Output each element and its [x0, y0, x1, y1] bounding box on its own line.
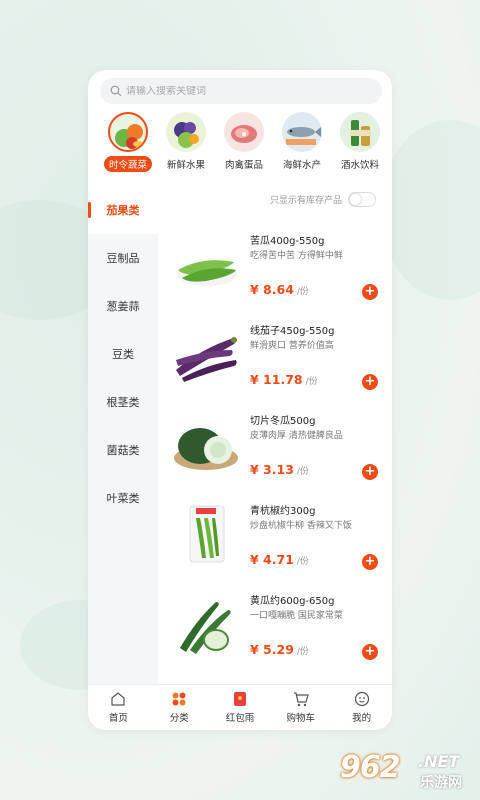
winter-melon-image [174, 428, 238, 470]
tab-profile[interactable]: 我的 [331, 685, 392, 730]
green-pepper-image [189, 505, 225, 563]
product-name: 切片冬瓜500g [250, 416, 316, 427]
seafood-thumbnail [282, 112, 322, 152]
product-name: 线茄子450g-550g [250, 326, 335, 337]
tab-label: 我的 [352, 713, 372, 724]
search-bar[interactable] [100, 78, 382, 104]
product-item[interactable]: 黄瓜约600g-650g 一口嘎嘣脆 国民家常菜 ¥ 5.29/份 + [162, 578, 384, 668]
category-seafood[interactable]: 海鲜水产 [272, 112, 332, 172]
product-item[interactable]: 切片冬瓜500g 皮薄肉厚 清热健脾良品 ¥ 3.13/份 + [162, 398, 384, 488]
search-icon [110, 85, 122, 97]
meat-thumbnail [224, 112, 264, 152]
category-meat-eggs[interactable]: 肉禽蛋品 [214, 112, 274, 172]
tab-cart[interactable]: 购物车 [270, 685, 331, 730]
add-to-cart-button[interactable]: + [362, 644, 378, 660]
product-desc: 炒盘杭椒牛柳 香辣又下饭 [250, 521, 352, 531]
bitter-melon-image [177, 260, 237, 286]
product-item[interactable]: 线茄子450g-550g 鲜滑爽口 营养价值高 ¥ 11.78/份 + [162, 308, 384, 398]
sidebar-item-aromatics[interactable]: 葱姜蒜 [88, 282, 158, 330]
product-name: 黄瓜约600g-650g [250, 596, 335, 607]
product-price: ¥ 4.71/份 [250, 552, 309, 567]
watermark-sub: 乐游网 [420, 775, 462, 791]
stock-filter-label: 只显示有库存产品 [270, 196, 343, 206]
bottom-tab-bar: 首页 分类 红包雨 购物车 我的 [88, 684, 392, 730]
category-label: 新鲜水果 [166, 160, 205, 171]
sidebar-item-mushrooms[interactable]: 菌菇类 [88, 426, 158, 474]
tab-label: 分类 [169, 713, 189, 724]
product-name: 青杭椒约300g [250, 506, 316, 517]
sidebar-item-tofu[interactable]: 豆制品 [88, 234, 158, 282]
tab-category[interactable]: 分类 [149, 685, 210, 730]
category-fresh-fruit[interactable]: 新鲜水果 [156, 112, 216, 172]
profile-icon [354, 691, 369, 707]
drinks-thumbnail [340, 112, 380, 152]
product-item[interactable]: 青杭椒约300g 炒盘杭椒牛柳 香辣又下饭 ¥ 4.71/份 + [162, 488, 384, 578]
product-item[interactable]: 苦瓜400g-550g 吃得苦中苦 方得鲜中鲜 ¥ 8.64/份 + [162, 218, 384, 308]
red-envelope-icon [233, 692, 246, 706]
category-label: 肉禽蛋品 [224, 160, 263, 171]
product-price: ¥ 8.64/份 [250, 282, 309, 297]
home-icon [111, 692, 125, 706]
add-to-cart-button[interactable]: + [362, 374, 378, 390]
add-to-cart-button[interactable]: + [362, 464, 378, 480]
sidebar: 茄果类 豆制品 葱姜蒜 豆类 根茎类 菌菇类 叶菜类 [88, 186, 158, 686]
stock-toggle[interactable] [348, 192, 377, 207]
product-desc: 一口嘎嘣脆 国民家常菜 [250, 611, 343, 621]
cart-icon [293, 692, 309, 707]
vegetables-thumbnail [108, 112, 148, 152]
product-desc: 皮薄肉厚 清热健脾良品 [250, 431, 343, 441]
product-price: ¥ 3.13/份 [250, 462, 309, 477]
category-icon [172, 692, 186, 706]
watermark-net: .NET [418, 752, 460, 771]
eggplant-image [176, 337, 237, 382]
sidebar-item-roots[interactable]: 根茎类 [88, 378, 158, 426]
app-window: 时令蔬菜 新鲜水果 肉禽蛋品 海鲜水产 酒水饮料 茄果类 [88, 70, 392, 730]
category-drinks[interactable]: 酒水饮料 [330, 112, 390, 172]
sidebar-item-nightshade[interactable]: 茄果类 [88, 186, 158, 234]
tab-red-envelope[interactable]: 红包雨 [210, 685, 271, 730]
tab-label: 首页 [108, 713, 128, 724]
cucumber-image [180, 602, 231, 654]
sidebar-item-beans[interactable]: 豆类 [88, 330, 158, 378]
product-list: 苦瓜400g-550g 吃得苦中苦 方得鲜中鲜 ¥ 8.64/份 + 线茄子45… [162, 218, 384, 668]
search-input[interactable] [126, 85, 366, 97]
sidebar-item-leafy[interactable]: 叶菜类 [88, 474, 158, 522]
product-price: ¥ 11.78/份 [250, 372, 318, 387]
fruit-thumbnail [166, 112, 206, 152]
tab-label: 红包雨 [225, 713, 255, 724]
category-seasonal-vegetables[interactable]: 时令蔬菜 [98, 112, 158, 172]
site-watermark: 962 .NET 乐游网 [340, 750, 475, 795]
add-to-cart-button[interactable]: + [362, 284, 378, 300]
watermark-logo: 962 [340, 750, 401, 785]
category-row: 时令蔬菜 新鲜水果 肉禽蛋品 海鲜水产 酒水饮料 [88, 112, 392, 176]
category-label: 海鲜水产 [282, 160, 321, 171]
category-label: 时令蔬菜 [103, 156, 152, 172]
product-desc: 鲜滑爽口 营养价值高 [250, 341, 334, 351]
tab-home[interactable]: 首页 [88, 685, 149, 730]
product-desc: 吃得苦中苦 方得鲜中鲜 [250, 251, 343, 261]
stock-filter: 只显示有库存产品 [270, 192, 377, 207]
add-to-cart-button[interactable]: + [362, 554, 378, 570]
product-name: 苦瓜400g-550g [250, 236, 325, 247]
tab-label: 购物车 [286, 713, 316, 724]
product-price: ¥ 5.29/份 [250, 642, 309, 657]
category-label: 酒水饮料 [340, 160, 379, 171]
